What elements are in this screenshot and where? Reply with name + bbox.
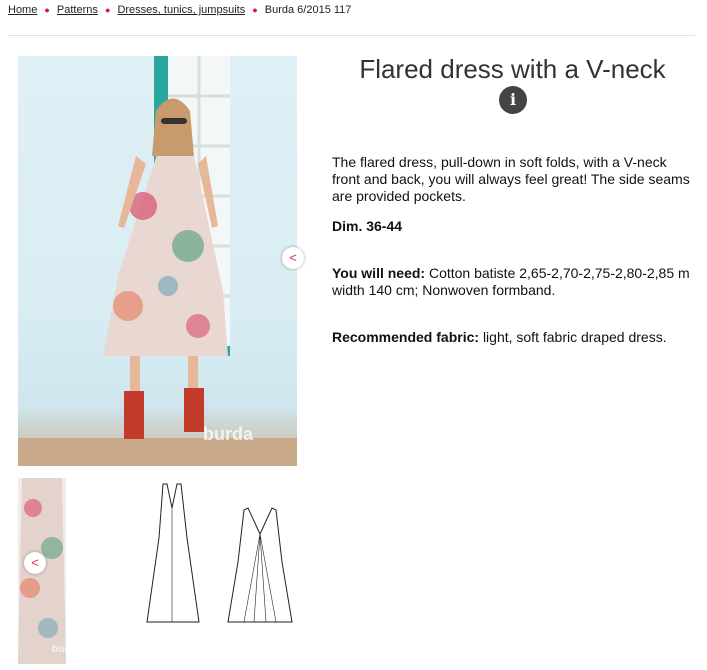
fabric-label: Recommended fabric: xyxy=(332,329,480,345)
info-icon[interactable]: i xyxy=(499,86,527,114)
breadcrumb-dresses[interactable]: Dresses, tunics, jumpsuits xyxy=(117,4,245,16)
main-photo-illustration xyxy=(18,56,297,466)
product-dimensions: Dim. 36-44 xyxy=(332,218,403,234)
materials-label: You will need: xyxy=(332,265,426,281)
breadcrumb-separator: ● xyxy=(252,5,258,15)
technical-drawing-front xyxy=(146,483,200,623)
breadcrumb-current: Burda 6/2015 117 xyxy=(264,4,352,16)
breadcrumb-home[interactable]: Home xyxy=(8,4,37,16)
breadcrumb: Home ● Patterns ● Dresses, tunics, jumps… xyxy=(8,4,351,16)
thumbnail-technical-back[interactable] xyxy=(224,502,296,626)
watermark-thumb: burda xyxy=(52,644,66,655)
materials-needed: You will need: Cotton batiste 2,65-2,70-… xyxy=(332,265,698,299)
stone-wall xyxy=(18,438,297,466)
product-title: Flared dress with a V-neck xyxy=(359,54,666,84)
share-icon[interactable]: < xyxy=(282,247,304,269)
share-icon[interactable]: < xyxy=(24,552,46,574)
thumbnail-technical-front[interactable] xyxy=(143,478,203,626)
main-product-photo[interactable]: burda xyxy=(18,56,297,466)
product-description: The flared dress, pull-down in soft fold… xyxy=(332,154,690,204)
technical-drawing-back xyxy=(227,507,293,623)
header-divider xyxy=(8,35,695,36)
recommended-fabric: Recommended fabric: light, soft fabric d… xyxy=(332,329,698,346)
breadcrumb-separator: ● xyxy=(44,5,50,15)
fabric-value: light, soft fabric draped dress. xyxy=(482,329,667,345)
breadcrumb-patterns[interactable]: Patterns xyxy=(57,4,98,16)
watermark-main: burda xyxy=(203,424,254,444)
breadcrumb-separator: ● xyxy=(104,5,111,15)
